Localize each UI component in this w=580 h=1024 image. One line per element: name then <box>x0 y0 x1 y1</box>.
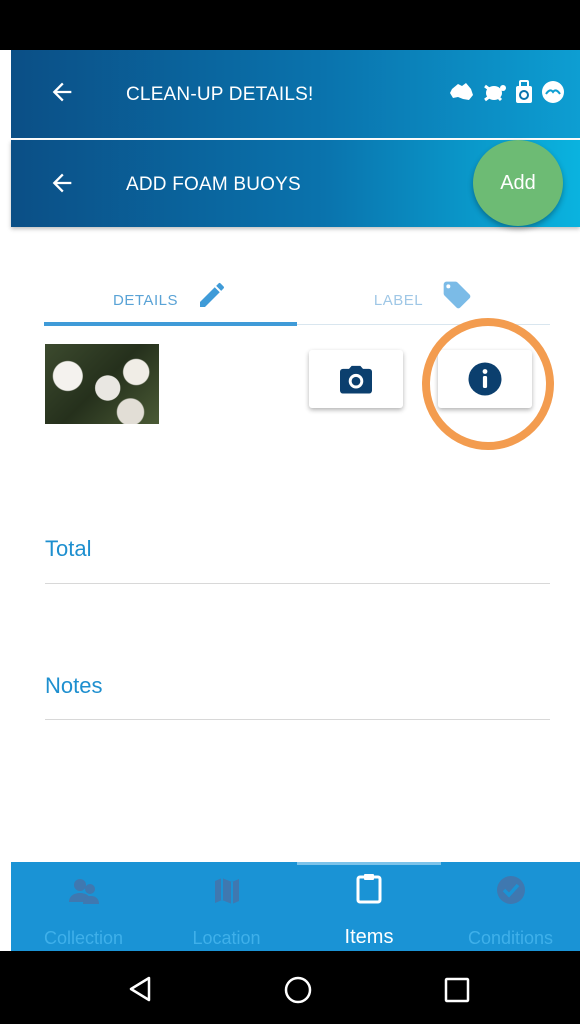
recycle-bag-icon <box>516 80 532 103</box>
add-button[interactable]: Add <box>473 140 563 226</box>
people-icon <box>69 879 99 904</box>
map-icon <box>215 878 239 904</box>
camera-button[interactable] <box>309 350 403 408</box>
clipboard-icon <box>356 874 382 904</box>
tab-active-indicator <box>44 322 297 326</box>
highlight-circle <box>422 318 554 450</box>
status-bar <box>0 0 580 50</box>
notes-field-label: Notes <box>45 673 103 698</box>
nav-item-items[interactable]: Items <box>297 862 441 951</box>
turtle-icon <box>484 84 506 102</box>
nav-item-collection[interactable]: Collection <box>11 862 156 951</box>
app-header: CLEAN-UP DETAILS! <box>11 50 580 138</box>
system-home-icon[interactable] <box>283 975 313 1005</box>
nav-item-conditions[interactable]: Conditions <box>441 862 580 951</box>
logo-group <box>449 80 565 104</box>
tab-details-label: DETAILS <box>113 291 178 309</box>
back-arrow-icon[interactable] <box>48 78 76 111</box>
tag-icon <box>443 281 471 309</box>
item-photo-thumbnail[interactable] <box>45 344 159 424</box>
total-field-label: Total <box>45 536 92 561</box>
nav-item-location[interactable]: Location <box>156 862 297 951</box>
australia-icon <box>450 83 473 100</box>
nav-label: Location <box>192 928 261 948</box>
system-back-icon[interactable] <box>128 976 152 1002</box>
total-input[interactable] <box>45 583 550 584</box>
back-arrow-icon[interactable] <box>48 169 76 202</box>
camera-icon <box>340 365 372 394</box>
nav-label: Items <box>344 926 394 948</box>
nav-label: Collection <box>43 928 124 948</box>
tab-details[interactable]: DETAILS <box>44 280 297 320</box>
notes-input[interactable] <box>45 719 550 720</box>
system-recents-icon[interactable] <box>444 977 470 1003</box>
check-circle-icon <box>497 876 525 904</box>
nav-label: Conditions <box>467 928 554 948</box>
page-title: CLEAN-UP DETAILS! <box>126 84 314 105</box>
tab-label[interactable]: LABEL <box>297 280 550 320</box>
system-nav-bar <box>0 951 580 1024</box>
sub-header-title: ADD FOAM BUOYS <box>126 174 301 195</box>
tab-label-label: LABEL <box>373 291 424 309</box>
pencil-icon <box>199 282 224 307</box>
bird-icon <box>542 81 564 103</box>
